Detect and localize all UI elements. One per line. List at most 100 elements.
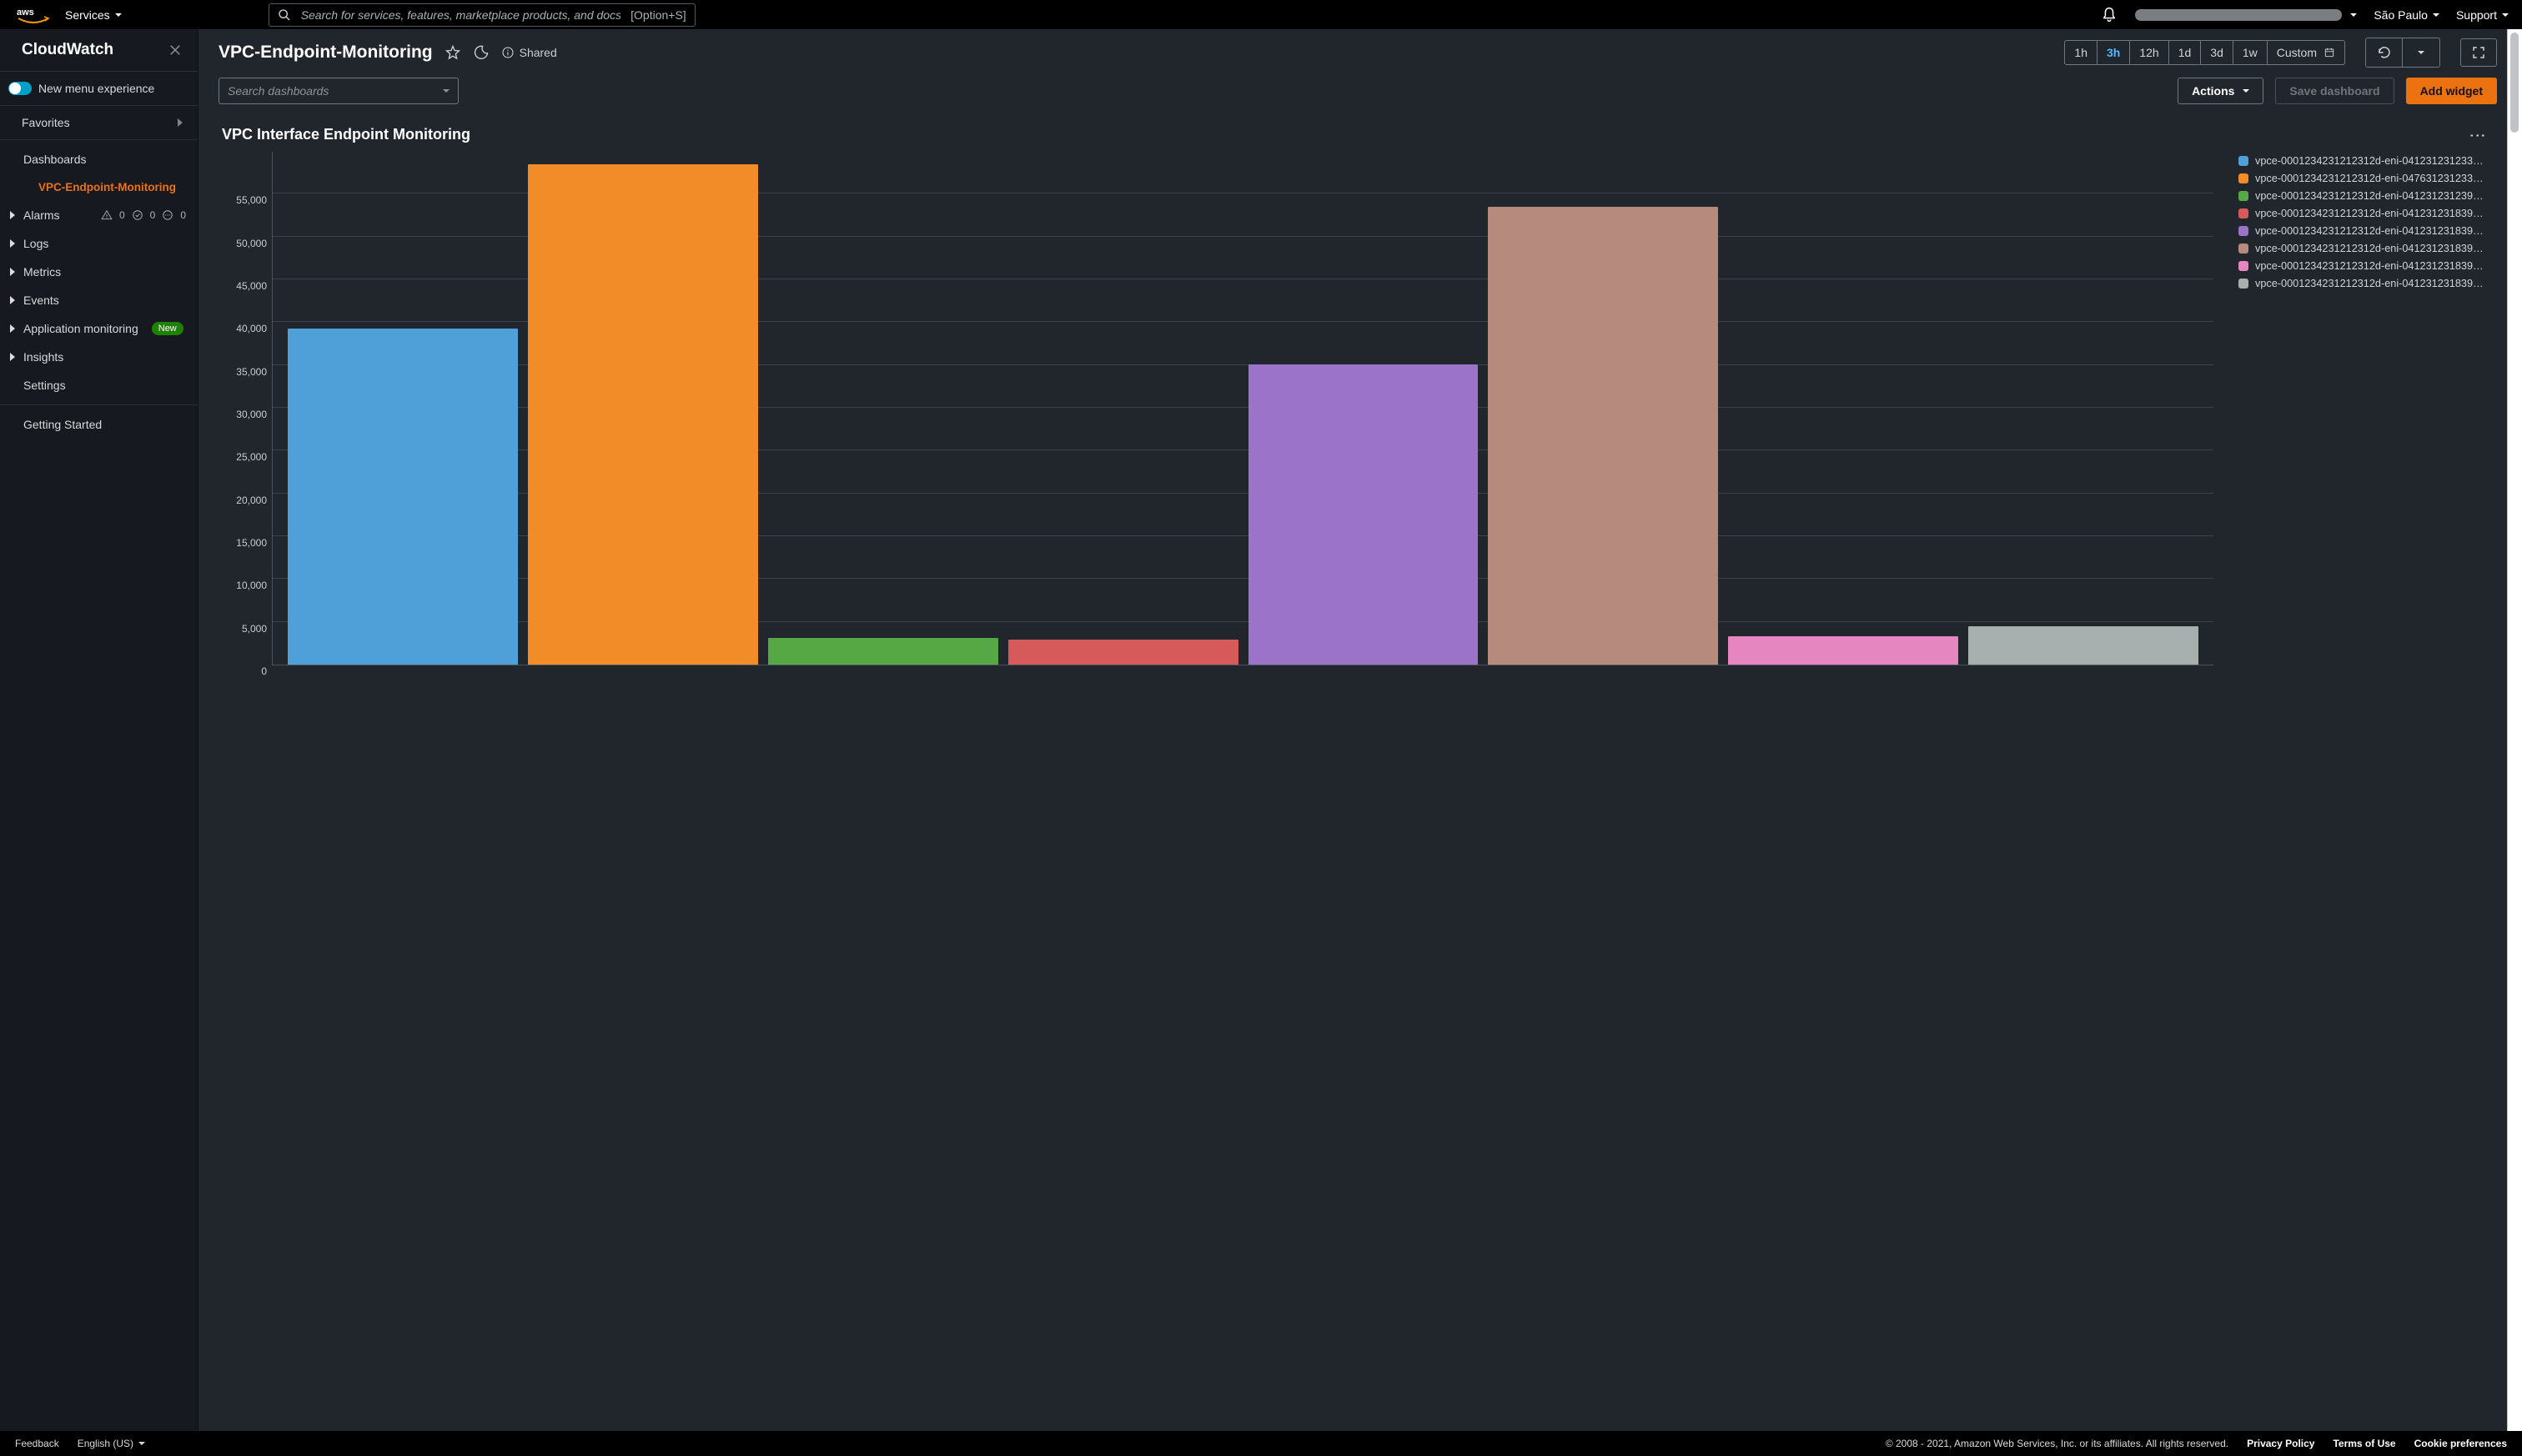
- cookie-link[interactable]: Cookie preferences: [2414, 1438, 2507, 1449]
- insights-label: Insights: [23, 350, 63, 364]
- global-search[interactable]: [Option+S]: [269, 3, 696, 27]
- aws-logo[interactable]: aws: [17, 5, 50, 25]
- refresh-button[interactable]: [2366, 38, 2403, 67]
- sidebar-item-alarms[interactable]: Alarms 0 0 0: [0, 201, 198, 229]
- sidebar-item-events[interactable]: Events: [0, 286, 198, 314]
- time-range-1h[interactable]: 1h: [2065, 41, 2097, 64]
- legend-item[interactable]: vpce-0001234231212312d-eni-0412312318394…: [2238, 278, 2489, 289]
- metrics-label: Metrics: [23, 265, 61, 279]
- chevron-right-icon: [10, 268, 15, 276]
- search-icon: [278, 8, 291, 22]
- calendar-icon: [2324, 47, 2335, 58]
- unknown-icon: [162, 209, 173, 221]
- new-badge: New: [152, 322, 183, 335]
- region-menu[interactable]: São Paulo: [2374, 8, 2439, 22]
- close-icon[interactable]: [168, 43, 183, 58]
- svg-text:aws: aws: [17, 8, 34, 18]
- add-widget-button[interactable]: Add widget: [2406, 78, 2497, 104]
- caret-down-icon: [2243, 89, 2249, 93]
- privacy-link[interactable]: Privacy Policy: [2247, 1438, 2314, 1449]
- y-tick-label: 5,000: [219, 623, 267, 635]
- sidebar-item-insights[interactable]: Insights: [0, 343, 198, 371]
- chart-bar[interactable]: [1968, 626, 2198, 665]
- sidebar-item-settings[interactable]: Settings: [0, 371, 198, 399]
- getting-started-label: Getting Started: [23, 418, 102, 431]
- caret-down-icon: [2433, 13, 2439, 17]
- caret-down-icon: [138, 1442, 145, 1445]
- services-label: Services: [65, 8, 110, 22]
- copyright-text: © 2008 - 2021, Amazon Web Services, Inc.…: [1886, 1438, 2228, 1449]
- sidebar-item-app-monitoring[interactable]: Application monitoring New: [0, 314, 198, 343]
- time-range-3h[interactable]: 3h: [2097, 41, 2130, 64]
- sidebar: CloudWatch New menu experience Favorites…: [0, 29, 198, 1431]
- region-label: São Paulo: [2374, 8, 2428, 22]
- legend-item[interactable]: vpce-0001234231212312d-eni-0412312318396…: [2238, 260, 2489, 272]
- legend-label: vpce-0001234231212312d-eni-0412312312393…: [2255, 190, 2489, 202]
- legend-item[interactable]: vpce-0001234231212312d-eni-0412312312332…: [2238, 155, 2489, 167]
- legend-label: vpce-0001234231212312d-eni-0412312318394…: [2255, 278, 2489, 289]
- app-monitoring-label: Application monitoring: [23, 322, 138, 335]
- legend-swatch: [2238, 261, 2248, 271]
- sidebar-item-logs[interactable]: Logs: [0, 229, 198, 258]
- caret-down-icon: [2502, 13, 2509, 17]
- language-selector[interactable]: English (US): [78, 1438, 145, 1449]
- chart-bar[interactable]: [1728, 636, 1958, 665]
- dashboard-search[interactable]: Search dashboards: [219, 78, 459, 104]
- legend-label: vpce-0001234231212312d-eni-0412312318393…: [2255, 243, 2489, 254]
- notifications-icon[interactable]: [2100, 6, 2118, 24]
- legend-swatch: [2238, 244, 2248, 254]
- legend-item[interactable]: vpce-0001234231212312d-eni-0412312318393…: [2238, 208, 2489, 219]
- widget-title: VPC Interface Endpoint Monitoring: [222, 126, 470, 143]
- fullscreen-button[interactable]: [2460, 38, 2497, 67]
- chart-bar[interactable]: [1248, 364, 1479, 665]
- chart-bar[interactable]: [288, 329, 518, 665]
- sidebar-item-getting-started[interactable]: Getting Started: [0, 410, 198, 439]
- new-menu-toggle[interactable]: [8, 82, 32, 95]
- actions-button[interactable]: Actions: [2178, 78, 2263, 104]
- terms-link[interactable]: Terms of Use: [2333, 1438, 2395, 1449]
- favorites-label: Favorites: [22, 116, 70, 129]
- y-tick-label: 15,000: [219, 537, 267, 549]
- chevron-right-icon: [178, 118, 183, 127]
- dashboard-title: VPC-Endpoint-Monitoring: [219, 43, 433, 63]
- legend-item[interactable]: vpce-0001234231212312d-eni-0412312318393…: [2238, 243, 2489, 254]
- warning-icon: [101, 209, 113, 221]
- dark-mode-icon[interactable]: [473, 44, 490, 61]
- y-tick-label: 55,000: [219, 194, 267, 206]
- service-title: CloudWatch: [22, 41, 113, 59]
- events-label: Events: [23, 294, 59, 307]
- save-label: Save dashboard: [2289, 84, 2379, 98]
- chart-bar[interactable]: [528, 164, 758, 665]
- sidebar-item-dashboards[interactable]: Dashboards: [0, 145, 198, 173]
- chart-bar[interactable]: [1008, 640, 1238, 665]
- time-range-1w[interactable]: 1w: [2233, 41, 2268, 64]
- time-range-1d[interactable]: 1d: [2169, 41, 2202, 64]
- widget-menu-icon[interactable]: ⋮: [2468, 128, 2489, 143]
- time-range-12h[interactable]: 12h: [2130, 41, 2168, 64]
- support-menu[interactable]: Support: [2456, 8, 2509, 22]
- sidebar-item-current-dashboard[interactable]: VPC-Endpoint-Monitoring: [0, 173, 198, 201]
- chart-bar[interactable]: [768, 638, 998, 665]
- legend-item[interactable]: vpce-0001234231212312d-eni-0412312318392…: [2238, 225, 2489, 237]
- support-label: Support: [2456, 8, 2497, 22]
- global-search-input[interactable]: [299, 8, 622, 23]
- account-menu[interactable]: [2135, 9, 2357, 21]
- feedback-link[interactable]: Feedback: [15, 1438, 59, 1449]
- legend-label: vpce-0001234231212312d-eni-0412312318393…: [2255, 208, 2489, 219]
- y-tick-label: 35,000: [219, 366, 267, 378]
- legend-item[interactable]: vpce-0001234231212312d-eni-0412312312393…: [2238, 190, 2489, 202]
- services-menu[interactable]: Services: [65, 8, 122, 22]
- chevron-right-icon: [10, 296, 15, 304]
- sidebar-item-metrics[interactable]: Metrics: [0, 258, 198, 286]
- shared-indicator[interactable]: Shared: [501, 46, 557, 59]
- refresh-options-button[interactable]: [2403, 38, 2439, 67]
- favorite-star-icon[interactable]: [445, 44, 461, 61]
- time-range-custom[interactable]: Custom: [2268, 41, 2344, 64]
- time-range-3d[interactable]: 3d: [2201, 41, 2233, 64]
- legend-item[interactable]: vpce-0001234231212312d-eni-0476312312332…: [2238, 173, 2489, 184]
- alarm-ok-count: 0: [150, 209, 156, 221]
- sidebar-favorites[interactable]: Favorites: [0, 106, 198, 140]
- vertical-scrollbar[interactable]: [2507, 29, 2522, 1431]
- legend-label: vpce-0001234231212312d-eni-0412312318396…: [2255, 260, 2489, 272]
- chart-bar[interactable]: [1488, 207, 1718, 665]
